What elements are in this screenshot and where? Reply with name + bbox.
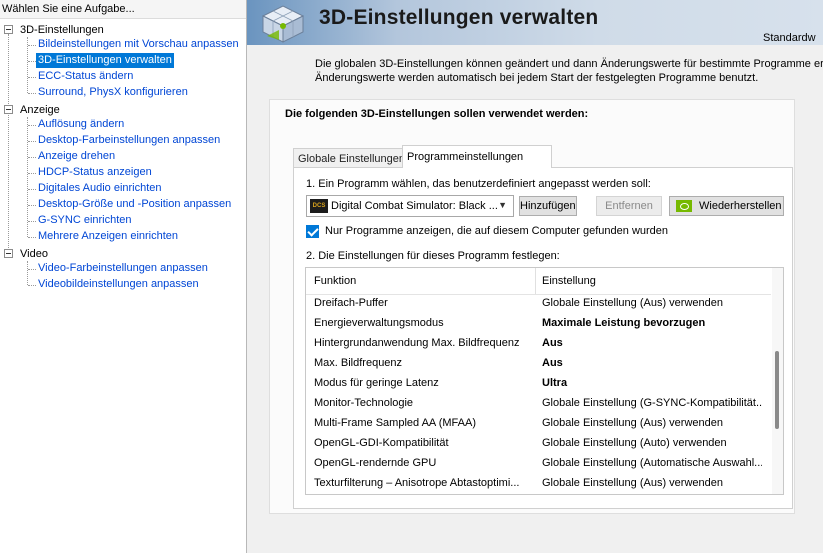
tree-item-video-farbeinstellungen[interactable]: Video-Farbeinstellungen anpassen <box>36 261 210 276</box>
table-row[interactable]: Modus für geringe Latenz Ultra <box>306 373 771 393</box>
row-function: OpenGL-rendernde GPU <box>314 457 437 469</box>
column-header-einstellung[interactable]: Einstellung <box>542 275 596 287</box>
restore-defaults-link[interactable]: Standardw <box>763 32 816 44</box>
row-setting: Aus <box>542 337 563 349</box>
tree-item-videobildeinstellungen[interactable]: Videobildeinstellungen anpassen <box>36 277 201 292</box>
card-title: Die folgenden 3D-Einstellungen sollen ve… <box>285 108 589 120</box>
tree-item-3d-einstellungen-verwalten[interactable]: 3D-Einstellungen verwalten <box>36 53 174 68</box>
tree-line <box>27 117 28 237</box>
step1-label: 1. Ein Programm wählen, das benutzerdefi… <box>306 178 651 190</box>
table-row[interactable]: OpenGL-GDI-Kompatibilität Globale Einstel… <box>306 433 771 453</box>
row-function: Max. Bildfrequenz <box>314 357 403 369</box>
task-tree-panel: Wählen Sie eine Aufgabe... 3D-Einstellun… <box>0 0 247 553</box>
row-setting: Globale Einstellung (Automatische Auswah… <box>542 457 762 469</box>
row-function: Modus für geringe Latenz <box>314 377 439 389</box>
row-function: Monitor-Technologie <box>314 397 414 409</box>
row-setting: Aus <box>542 357 563 369</box>
settings-table[interactable]: Funktion Einstellung Dreifach-Puffer Glob… <box>305 267 784 495</box>
table-scrollbar[interactable] <box>772 268 783 494</box>
table-header: Funktion Einstellung <box>306 268 771 295</box>
collapse-icon[interactable] <box>4 105 13 114</box>
table-row[interactable]: Monitor-Technologie Globale Einstellung (… <box>306 393 771 413</box>
tree-item-desktop-groesse[interactable]: Desktop-Größe und -Position anpassen <box>36 197 233 212</box>
table-row[interactable]: Multi-Frame Sampled AA (MFAA) Globale Ein… <box>306 413 771 433</box>
tree-item-digitales-audio[interactable]: Digitales Audio einrichten <box>36 181 164 196</box>
tree-item-hdcp-status[interactable]: HDCP-Status anzeigen <box>36 165 154 180</box>
page-banner: 3D-Einstellungen verwalten Standardw <box>247 0 823 45</box>
row-function: Hintergrundanwendung Max. Bildfrequenz <box>314 337 520 349</box>
row-setting: Globale Einstellung (G-SYNC-Kompatibilit… <box>542 397 762 409</box>
dcs-program-icon: DCS <box>310 199 328 213</box>
nvidia-logo-icon <box>676 200 692 212</box>
table-row[interactable]: Max. Bildfrequenz Aus <box>306 353 771 373</box>
checkbox-label: Nur Programme anzeigen, die auf diesem C… <box>325 225 669 237</box>
row-setting: Globale Einstellung (Aus) verwenden <box>542 417 723 429</box>
table-row[interactable]: Energieverwaltungsmodus Maximale Leistung… <box>306 313 771 333</box>
tab-program-settings[interactable]: Programmeinstellungen <box>402 145 552 168</box>
program-dropdown[interactable]: DCS Digital Combat Simulator: Black ... … <box>306 195 514 217</box>
column-header-funktion[interactable]: Funktion <box>314 275 356 287</box>
add-program-button[interactable]: Hinzufügen <box>519 196 577 216</box>
table-row[interactable]: OpenGL-rendernde GPU Globale Einstellung … <box>306 453 771 473</box>
row-setting: Globale Einstellung (Auto) verwenden <box>542 437 727 449</box>
tree-item-surround-physx[interactable]: Surround, PhysX konfigurieren <box>36 85 190 100</box>
table-row[interactable]: Texturfilterung – Anisotrope Abtastoptim… <box>306 473 771 493</box>
step2-label: 2. Die Einstellungen für dieses Programm… <box>306 250 560 262</box>
row-function: Energieverwaltungsmodus <box>314 317 444 329</box>
tree-item-anzeige-drehen[interactable]: Anzeige drehen <box>36 149 117 164</box>
tab-content: 1. Ein Programm wählen, das benutzerdefi… <box>293 167 793 509</box>
row-setting: Maximale Leistung bevorzugen <box>542 317 706 329</box>
page-title: 3D-Einstellungen verwalten <box>319 6 599 29</box>
table-row[interactable]: Hintergrundanwendung Max. Bildfrequenz Au… <box>306 333 771 353</box>
tree-item-g-sync[interactable]: G-SYNC einrichten <box>36 213 134 228</box>
tree-item-ecc-status[interactable]: ECC-Status ändern <box>36 69 135 84</box>
row-function: Dreifach-Puffer <box>314 297 388 309</box>
tree-line <box>27 261 28 285</box>
tree-item-aufloesung[interactable]: Auflösung ändern <box>36 117 126 132</box>
row-function: Multi-Frame Sampled AA (MFAA) <box>314 417 476 429</box>
scrollbar-thumb[interactable] <box>775 351 779 429</box>
page-description: Die globalen 3D-Einstellungen können geä… <box>315 58 823 84</box>
tab-global-settings[interactable]: Globale Einstellungen <box>293 148 405 168</box>
tree-item-mehrere-anzeigen[interactable]: Mehrere Anzeigen einrichten <box>36 229 180 244</box>
tree-line <box>8 34 9 254</box>
remove-program-button[interactable]: Entfernen <box>596 196 662 216</box>
show-found-programs-checkbox[interactable] <box>306 225 319 238</box>
tree-item-bildeinstellungen[interactable]: Bildeinstellungen mit Vorschau anpassen <box>36 37 241 52</box>
row-function: OpenGL-GDI-Kompatibilität <box>314 437 449 449</box>
row-setting: Globale Einstellung (Aus) verwenden <box>542 297 723 309</box>
tree-item-desktop-farbeinstellungen[interactable]: Desktop-Farbeinstellungen anpassen <box>36 133 222 148</box>
row-setting: Globale Einstellung (Aus) verwenden <box>542 477 723 489</box>
table-row[interactable]: Dreifach-Puffer Globale Einstellung (Aus)… <box>306 293 771 313</box>
chevron-down-icon: ▼ <box>498 200 507 210</box>
3d-cube-icon <box>261 5 305 43</box>
row-function: Texturfilterung – Anisotrope Abtastoptim… <box>314 477 520 489</box>
content-panel: 3D-Einstellungen verwalten Standardw Die… <box>247 0 823 553</box>
collapse-icon[interactable] <box>4 25 13 34</box>
restore-button[interactable]: Wiederherstellen <box>669 196 784 216</box>
task-tree-header: Wählen Sie eine Aufgabe... <box>0 0 246 19</box>
collapse-icon[interactable] <box>4 249 13 258</box>
row-setting: Ultra <box>542 377 568 389</box>
